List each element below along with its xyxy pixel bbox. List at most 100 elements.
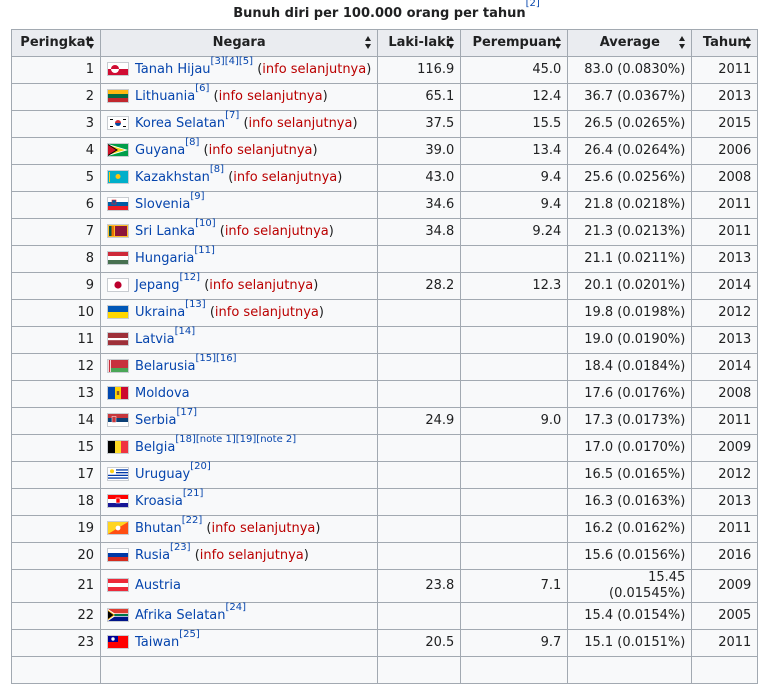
header-negara[interactable]: Negara [99,29,379,57]
country-link[interactable]: Serbia [135,413,176,428]
sort-icon[interactable] [745,36,752,50]
rank-cell: 20 [11,542,101,570]
sort-icon[interactable] [555,36,562,50]
country-cell: Jepang[12] (info selanjutnya) [99,272,379,300]
info-link-text[interactable]: info selanjutnya [211,521,315,536]
country-link[interactable]: Sri Lanka [135,224,195,239]
sort-icon[interactable] [448,36,455,50]
info-link[interactable]: (info selanjutnya) [228,170,342,185]
table-row: 21 Austria 23.8 7.1 15.45 (0.01545%) 2009 [11,569,759,603]
info-link-text[interactable]: info selanjutnya [215,305,319,320]
sort-icon[interactable] [365,36,372,50]
country-link[interactable]: Uruguay [135,467,190,482]
citation-link[interactable]: [9] [190,191,204,202]
country-cell: Moldova [99,380,379,408]
country-link[interactable]: Ukraina [135,305,185,320]
country-link[interactable]: Belgia [135,440,175,455]
country-link[interactable]: Bhutan [135,521,182,536]
info-link-text[interactable]: info selanjutnya [209,278,313,293]
info-link[interactable]: (info selanjutnya) [195,548,309,563]
rank-cell: 2 [11,83,101,111]
male-rate-cell [377,434,462,462]
country-link[interactable]: Kroasia [135,494,183,509]
info-link-text[interactable]: info selanjutnya [262,62,366,77]
rank-cell: 6 [11,191,101,219]
header-tahun[interactable]: Tahun [691,29,759,57]
citation-link[interactable]: [25] [179,629,200,640]
info-link[interactable]: (info selanjutnya) [206,521,320,536]
citation-link[interactable]: [22] [182,515,203,526]
country-link[interactable]: Guyana [135,143,185,158]
citation-link[interactable]: [10] [195,218,216,229]
female-rate-cell [460,488,569,516]
citation-link[interactable]: [15][16] [195,353,236,364]
header-laki-laki[interactable]: Laki-laki [377,29,462,57]
country-link[interactable]: Lithuania [135,89,195,104]
info-link-text[interactable]: info selanjutnya [209,143,313,158]
country-link[interactable]: Rusia [135,548,170,563]
citation-link[interactable]: [17] [176,407,197,418]
info-link[interactable]: (info selanjutnya) [204,278,318,293]
country-link[interactable]: Hungaria [135,251,194,266]
country-link[interactable]: Austria [135,578,181,593]
table-row-partial [11,656,759,684]
rank-cell: 10 [11,299,101,327]
header-label: Peringkat [20,35,92,50]
country-link[interactable]: Tanah Hijau [135,62,211,77]
citation-link[interactable]: [20] [190,461,211,472]
country-link[interactable]: Kazakhstan [135,170,210,185]
country-link[interactable]: Afrika Selatan [135,608,226,623]
citation-link[interactable]: [7] [225,110,239,121]
info-link[interactable]: (info selanjutnya) [214,89,328,104]
country-cell: Slovenia[9] [99,191,379,219]
table-row: 4 Guyana[8] (info selanjutnya) 39.0 13.4 26.… [11,137,759,165]
citation-link[interactable]: [24] [226,602,247,613]
citation-link[interactable]: [23] [170,542,191,553]
citation-link[interactable]: [6] [195,83,209,94]
citation-link[interactable]: [8] [185,137,199,148]
country-cell: Austria [99,569,379,603]
citation-link[interactable]: [18][note 1][19][note 2] [175,434,296,445]
cell [11,656,101,684]
header-perempuan[interactable]: Perempuan [460,29,569,57]
country-link[interactable]: Moldova [135,386,190,401]
country-link[interactable]: Jepang [135,278,180,293]
info-link[interactable]: (info selanjutnya) [210,305,324,320]
rank-cell: 12 [11,353,101,381]
year-cell: 2009 [691,434,759,462]
header-peringkat[interactable]: Peringkat [11,29,101,57]
rank-cell: 18 [11,488,101,516]
belgium-flag-icon [107,440,129,454]
info-link[interactable]: (info selanjutnya) [243,116,357,131]
info-link[interactable]: (info selanjutnya) [220,224,334,239]
info-link[interactable]: (info selanjutnya) [257,62,371,77]
header-average[interactable]: Average [567,29,693,57]
country-link[interactable]: Slovenia [135,197,190,212]
year-cell: 2008 [691,164,759,192]
country-cell: Kroasia[21] [99,488,379,516]
country-link[interactable]: Taiwan [135,635,179,650]
citation-link[interactable]: [12] [180,272,201,283]
citation-link[interactable]: [3][4][5] [211,56,254,67]
female-rate-cell: 12.3 [460,272,569,300]
info-link-text[interactable]: info selanjutnya [225,224,329,239]
sort-icon[interactable] [88,36,95,50]
info-link-text[interactable]: info selanjutnya [249,116,353,131]
citation-link[interactable]: [8] [210,164,224,175]
rank-cell: 11 [11,326,101,354]
country-link[interactable]: Latvia [135,332,175,347]
info-link[interactable]: (info selanjutnya) [204,143,318,158]
citation-link[interactable]: [13] [185,299,206,310]
citation-link[interactable]: [14] [175,326,196,337]
info-link-text[interactable]: info selanjutnya [200,548,304,563]
sort-icon[interactable] [679,36,686,50]
info-link-text[interactable]: info selanjutnya [233,170,337,185]
year-cell: 2013 [691,326,759,354]
caption-ref-link[interactable]: [2] [526,0,540,9]
citation-link[interactable]: [21] [183,488,204,499]
female-rate-cell: 15.5 [460,110,569,138]
citation-link[interactable]: [11] [194,245,215,256]
country-link[interactable]: Belarusia [135,359,195,374]
info-link-text[interactable]: info selanjutnya [219,89,323,104]
country-link[interactable]: Korea Selatan [135,116,225,131]
